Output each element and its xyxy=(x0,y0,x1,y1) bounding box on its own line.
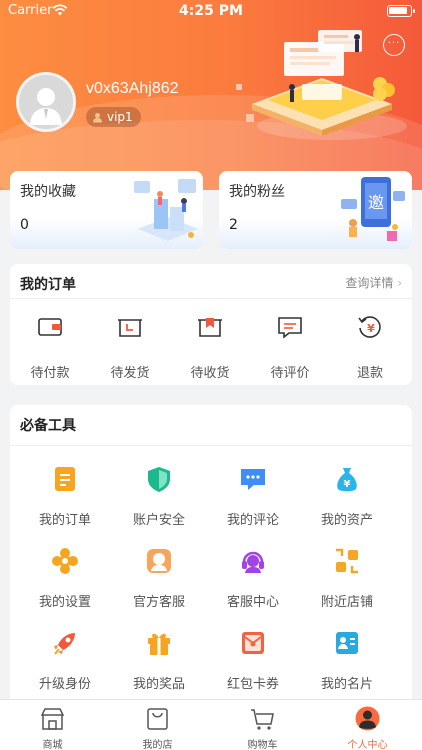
clipboard-icon xyxy=(55,467,75,491)
comment-icon xyxy=(278,317,302,339)
tool-my-reviews[interactable]: 我的评论 xyxy=(206,465,300,540)
orders-more-label: 查询详情 xyxy=(345,276,394,290)
orders-title: 我的订单 xyxy=(20,277,76,293)
favorites-card[interactable]: 我的收藏 0 xyxy=(10,171,203,249)
clock: 4:25 PM xyxy=(179,3,243,19)
message-button[interactable]: ··· xyxy=(383,34,405,56)
tool-my-prizes[interactable]: 我的奖品 xyxy=(112,629,206,704)
tool-label: 我的订单 xyxy=(38,513,91,528)
svg-text:邀: 邀 xyxy=(368,193,384,212)
orders-more-link[interactable]: 查询详情 › xyxy=(345,274,402,291)
order-refund[interactable]: ¥ 退款 xyxy=(330,308,410,386)
service-icon xyxy=(147,549,171,573)
shop-icon xyxy=(40,708,65,730)
clock-box-icon xyxy=(118,319,142,337)
favorites-title: 我的收藏 xyxy=(20,184,76,200)
battery-icon xyxy=(387,5,415,17)
shield-icon xyxy=(148,467,170,492)
vip-badge: vip1 xyxy=(86,107,141,127)
tool-my-settings[interactable]: 我的设置 xyxy=(18,547,112,622)
tool-label: 我的奖品 xyxy=(132,677,185,692)
fans-title: 我的粉丝 xyxy=(229,184,285,200)
card-icon xyxy=(336,632,358,654)
order-label: 待付款 xyxy=(30,366,70,381)
tool-my-card[interactable]: 我的名片 xyxy=(300,629,394,704)
tool-label: 升级身份 xyxy=(38,677,91,692)
tool-label: 我的评论 xyxy=(226,513,279,528)
order-pending-payment[interactable]: 待付款 xyxy=(10,308,90,386)
tab-profile[interactable]: 个人中心 xyxy=(315,700,420,750)
favorites-count: 0 xyxy=(20,217,29,233)
rocket-icon xyxy=(54,633,75,655)
wallet-icon xyxy=(38,318,62,336)
order-pending-review[interactable]: 待评价 xyxy=(250,308,330,386)
user-icon xyxy=(93,112,102,122)
person-icon xyxy=(355,706,380,731)
tab-label: 个人中心 xyxy=(347,740,388,750)
tool-coupons[interactable]: 红包卡券 xyxy=(206,629,300,704)
location-icon xyxy=(336,548,358,574)
tab-label: 购物车 xyxy=(247,740,278,750)
fans-card[interactable]: 我的粉丝 2 邀 xyxy=(219,171,412,249)
order-label: 待发货 xyxy=(110,366,150,381)
tool-label: 我的资产 xyxy=(320,513,373,528)
tool-label: 客服中心 xyxy=(226,595,279,610)
tab-bar: 商城 我的店 购物车 个人中心 xyxy=(0,699,422,750)
favorites-illustration xyxy=(134,179,198,241)
svg-text:¥: ¥ xyxy=(344,479,351,490)
orders-section: 我的订单 查询详情 › 待付款 待发货 待收货 待评价 ¥ 退款 xyxy=(10,264,412,385)
tool-label: 我的设置 xyxy=(38,595,91,610)
svg-text:¥: ¥ xyxy=(367,322,375,335)
headset-icon xyxy=(242,551,264,573)
tool-upgrade-identity[interactable]: 升级身份 xyxy=(18,629,112,704)
fans-count: 2 xyxy=(229,217,238,233)
cart-icon xyxy=(251,709,274,730)
bag-icon xyxy=(147,708,168,730)
tools-title: 必备工具 xyxy=(20,418,76,434)
tool-my-assets[interactable]: ¥ 我的资产 xyxy=(300,465,394,540)
refund-icon: ¥ xyxy=(358,316,381,338)
chat-icon xyxy=(241,469,265,490)
username: v0x63Ahj862 xyxy=(86,80,179,97)
divider xyxy=(10,298,412,299)
order-pending-shipment[interactable]: 待发货 xyxy=(90,308,170,386)
order-pending-receipt[interactable]: 待收货 xyxy=(170,308,250,386)
tools-section: 必备工具 我的订单 账户安全 我的评论 ¥ 我的资产 我的设置 官方客服 客服中… xyxy=(10,405,412,705)
tool-label: 官方客服 xyxy=(132,595,185,610)
order-label: 待收货 xyxy=(190,366,230,381)
tab-shop[interactable]: 商城 xyxy=(0,700,105,750)
status-bar: Carrier 4:25 PM xyxy=(0,0,422,22)
tool-service-center[interactable]: 客服中心 xyxy=(206,547,300,622)
avatar[interactable] xyxy=(16,72,76,132)
tool-label: 附近店铺 xyxy=(320,595,373,610)
tool-label: 账户安全 xyxy=(132,513,185,528)
fans-illustration: 邀 xyxy=(341,177,405,241)
money-bag-icon: ¥ xyxy=(337,468,357,492)
user-silhouette-icon xyxy=(19,75,73,129)
tool-label: 红包卡券 xyxy=(226,677,279,692)
tab-label: 我的店 xyxy=(142,740,173,750)
divider xyxy=(10,445,412,446)
vip-level: vip1 xyxy=(107,110,133,124)
tool-official-service[interactable]: 官方客服 xyxy=(112,547,206,622)
order-label: 退款 xyxy=(356,366,383,381)
tool-nearby-shops[interactable]: 附近店铺 xyxy=(300,547,394,622)
profile-header: Carrier 4:25 PM v0x63Ahj862 vip1 ··· xyxy=(0,0,422,190)
gift-icon xyxy=(148,633,170,655)
receive-box-icon xyxy=(198,318,222,337)
chevron-right-icon: › xyxy=(397,276,402,290)
tool-my-orders[interactable]: 我的订单 xyxy=(18,465,112,540)
tab-label: 商城 xyxy=(42,740,63,750)
red-envelope-icon xyxy=(242,632,264,654)
tab-cart[interactable]: 购物车 xyxy=(210,700,315,750)
tool-account-security[interactable]: 账户安全 xyxy=(112,465,206,540)
order-label: 待评价 xyxy=(270,366,310,381)
flower-icon xyxy=(52,548,78,574)
tab-my-store[interactable]: 我的店 xyxy=(105,700,210,750)
tool-label: 我的名片 xyxy=(320,677,373,692)
